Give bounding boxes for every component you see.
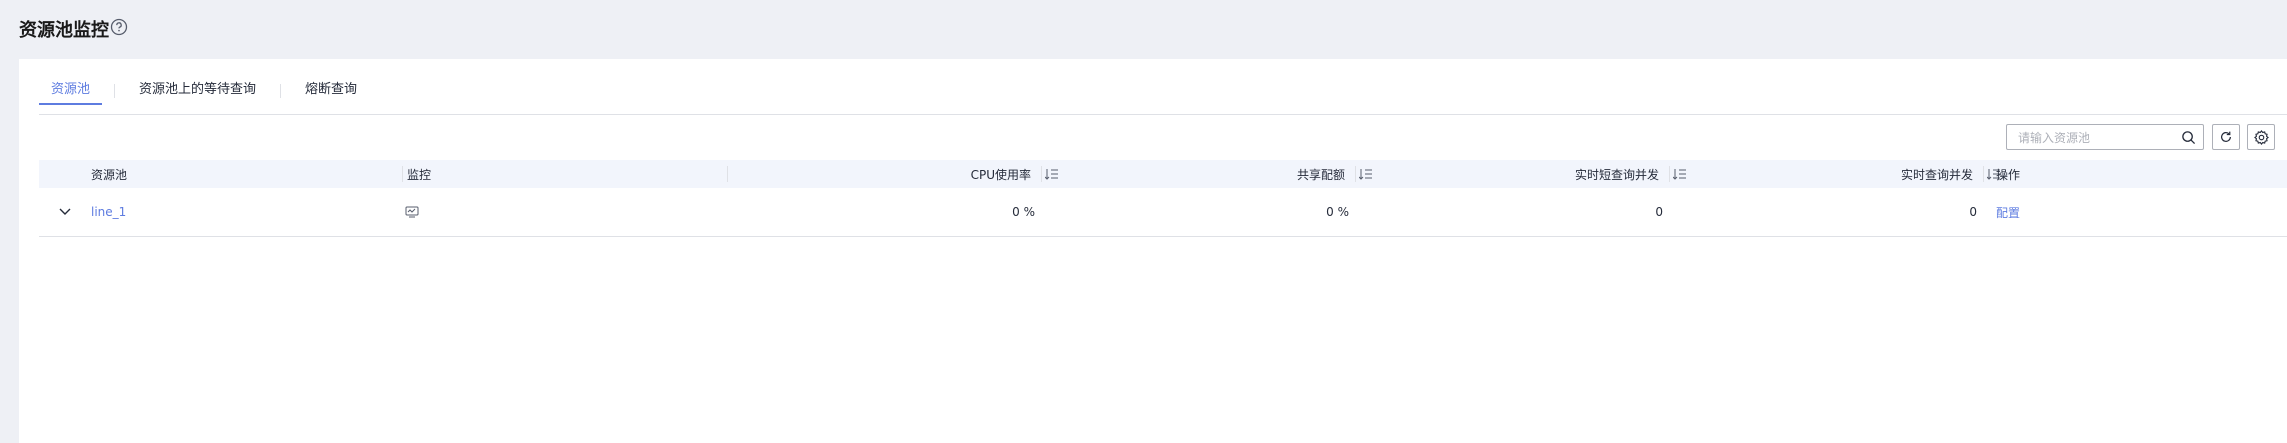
tab-resource-pool[interactable]: 资源池 <box>39 81 103 105</box>
search-icon[interactable] <box>2181 130 2196 145</box>
gear-icon <box>2253 129 2269 145</box>
cpu-usage-value: 0 % <box>1012 205 1035 219</box>
table-row: line_1 0 % 0 % 0 0 配置 <box>39 188 2287 237</box>
column-divider <box>402 166 403 182</box>
search-box[interactable] <box>2006 124 2204 150</box>
column-header-query-concurrency[interactable]: 实时查询并发 <box>1671 160 2001 188</box>
content-panel: 资源池 资源池上的等待查询 熔断查询 资源池 监控 CPU使 <box>19 59 2287 443</box>
tab-bar: 资源池 资源池上的等待查询 熔断查询 <box>39 81 369 107</box>
expand-row-toggle[interactable] <box>59 188 71 236</box>
column-header-actions: 操作 <box>1996 167 2021 182</box>
column-header-resource-pool: 资源池 <box>91 167 128 182</box>
column-divider <box>1983 166 1984 182</box>
short-query-concurrency-value: 0 <box>1655 205 1663 219</box>
refresh-button[interactable] <box>2212 124 2240 150</box>
tab-divider <box>280 84 282 98</box>
column-header-label: CPU使用率 <box>970 167 1031 182</box>
tab-waiting-queries[interactable]: 资源池上的等待查询 <box>127 81 268 105</box>
column-divider <box>1041 166 1042 182</box>
monitor-button[interactable] <box>405 188 419 236</box>
configure-link[interactable]: 配置 <box>1996 204 2020 221</box>
query-concurrency-value: 0 <box>1969 205 1977 219</box>
table-header: 资源池 监控 CPU使用率 共享配额 实时短查询并发 实时查询并发 操作 <box>39 160 2287 188</box>
resource-pool-table: 资源池 监控 CPU使用率 共享配额 实时短查询并发 实时查询并发 操作 lin… <box>39 160 2287 237</box>
help-icon[interactable] <box>110 18 128 36</box>
chevron-down-icon <box>59 208 71 215</box>
column-header-shared-quota[interactable]: 共享配额 <box>1043 160 1373 188</box>
column-header-label: 实时查询并发 <box>1900 167 1973 182</box>
column-header-label: 共享配额 <box>1296 167 1345 182</box>
page-header: 资源池监控 <box>0 0 2287 58</box>
column-header-cpu-usage[interactable]: CPU使用率 <box>729 160 1059 188</box>
tab-underline-divider <box>39 114 2287 115</box>
refresh-icon <box>2221 131 2231 142</box>
monitor-icon <box>405 206 419 218</box>
column-header-short-query-concurrency[interactable]: 实时短查询并发 <box>1357 160 1687 188</box>
tab-divider <box>114 84 116 98</box>
settings-button[interactable] <box>2247 124 2275 150</box>
column-header-label: 实时短查询并发 <box>1574 167 1659 182</box>
page-title: 资源池监控 <box>19 20 109 41</box>
search-input[interactable] <box>2016 129 2180 147</box>
column-header-monitor: 监控 <box>407 167 432 182</box>
shared-quota-value: 0 % <box>1326 205 1349 219</box>
column-divider <box>1669 166 1670 182</box>
column-divider <box>1355 166 1356 182</box>
tab-circuit-breaker-queries[interactable]: 熔断查询 <box>293 81 369 105</box>
column-divider <box>727 166 728 182</box>
resource-pool-name-link[interactable]: line_1 <box>91 205 126 219</box>
